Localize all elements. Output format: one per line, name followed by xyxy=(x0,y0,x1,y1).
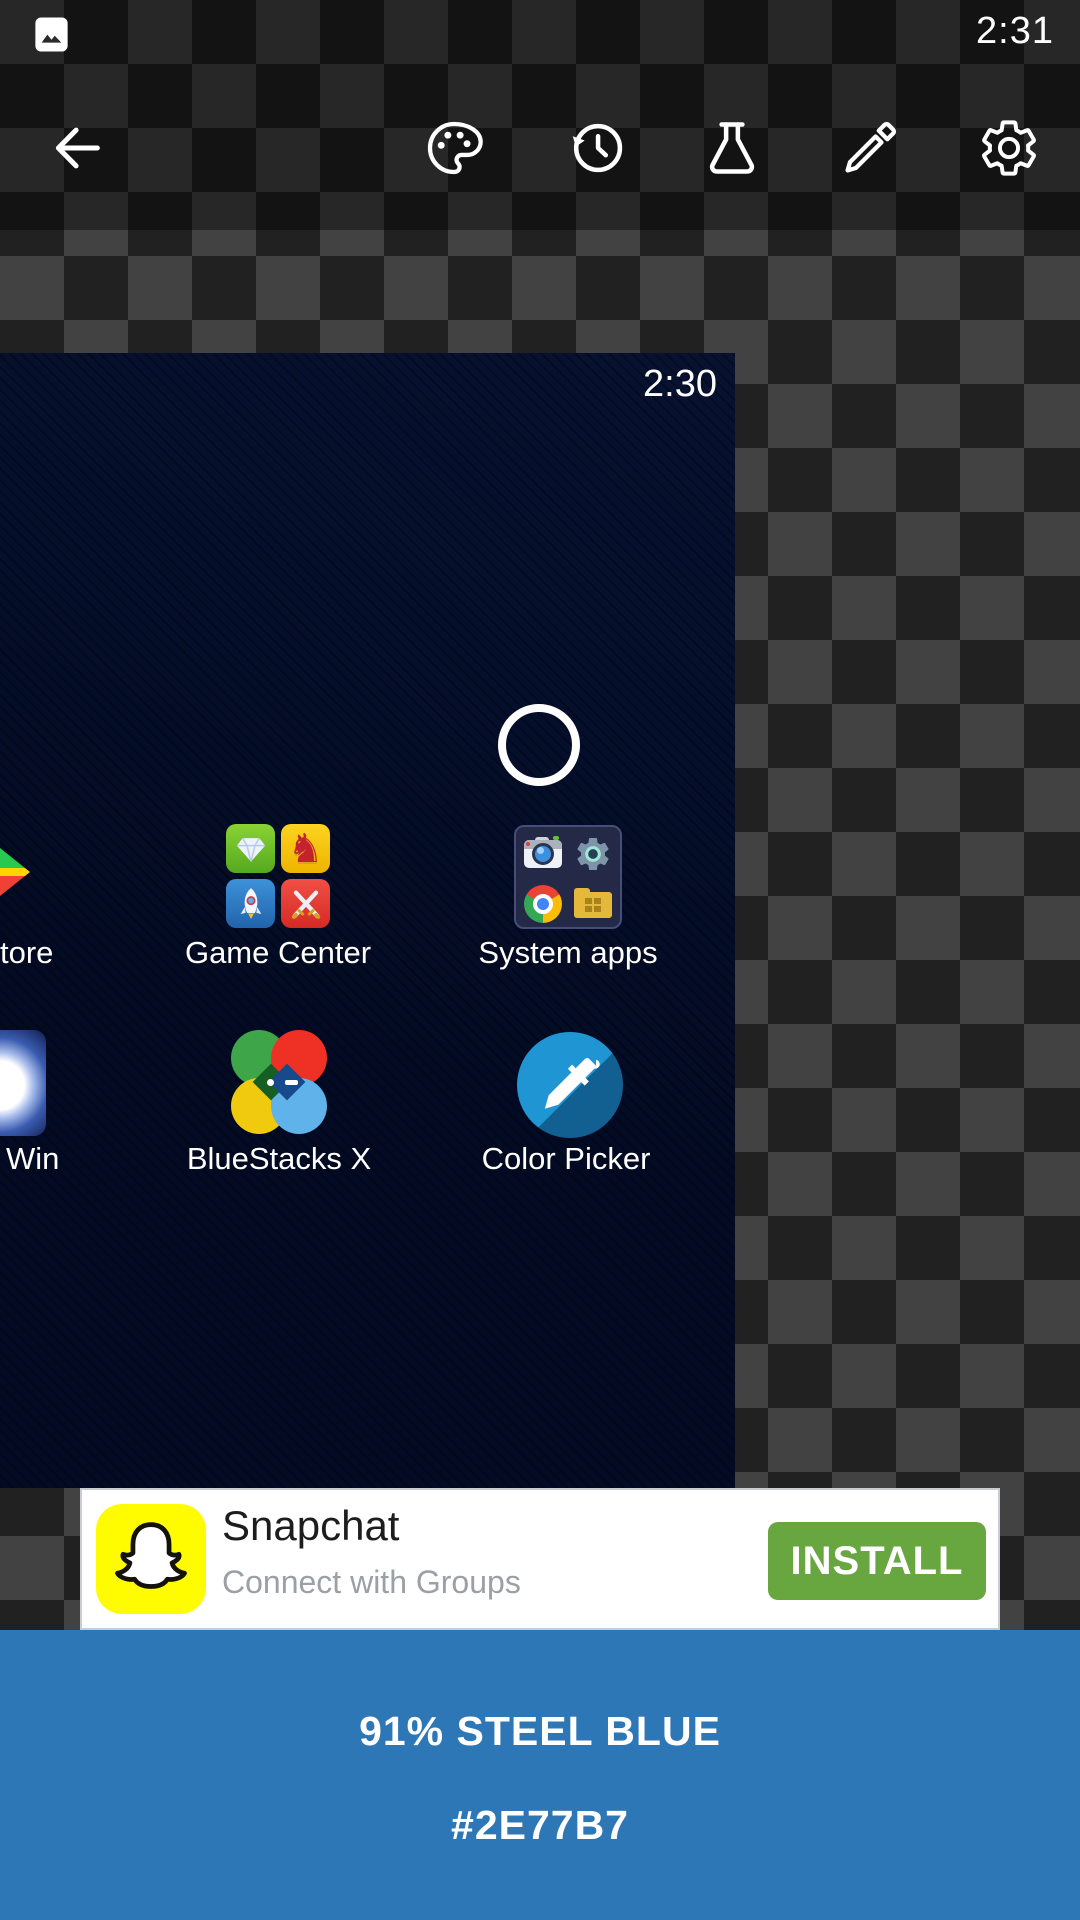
color-hex-value: #2E77B7 xyxy=(451,1802,629,1848)
color-match-text: 91% STEEL BLUE xyxy=(359,1708,721,1754)
swords-game-tile xyxy=(281,879,330,928)
bluestacks-x-label: BlueStacks X xyxy=(186,1141,372,1176)
system-apps-folder-icon xyxy=(514,825,622,929)
snapchat-ghost-icon xyxy=(115,1522,187,1589)
win-app-icon xyxy=(0,1030,46,1136)
rocket-game-tile xyxy=(226,879,275,928)
chrome-app-icon xyxy=(523,884,563,924)
status-bar-clock: 2:31 xyxy=(976,10,1054,52)
experiment-button[interactable] xyxy=(700,116,764,180)
system-apps-label: System apps xyxy=(478,935,658,970)
win-app-label: Win xyxy=(6,1141,60,1176)
knight-icon: ♞ xyxy=(287,826,324,871)
settings-button[interactable] xyxy=(977,116,1041,180)
palette-icon xyxy=(427,121,483,175)
play-store-icon xyxy=(0,848,30,896)
bluestacks-x-icon xyxy=(227,1030,331,1134)
diamond-icon xyxy=(236,837,265,862)
palette-button[interactable] xyxy=(422,116,486,180)
back-button[interactable] xyxy=(49,119,107,177)
crossed-swords-icon xyxy=(291,890,320,919)
ad-banner[interactable]: Snapchat Connect with Groups INSTALL xyxy=(80,1488,1000,1630)
install-button[interactable]: INSTALL xyxy=(768,1522,986,1600)
eyedropper-icon xyxy=(845,121,897,173)
history-icon xyxy=(572,123,623,173)
color-picker-app-icon xyxy=(517,1032,623,1138)
ad-app-name: Snapchat xyxy=(222,1502,400,1549)
top-bar-shade xyxy=(0,0,1080,230)
picked-color-panel: 91% STEEL BLUE #2E77B7 xyxy=(0,1630,1080,1920)
picker-loupe-ring[interactable] xyxy=(498,704,580,786)
image-notification-icon xyxy=(30,13,73,55)
gem-game-tile xyxy=(226,824,275,873)
captured-screenshot-image[interactable]: 2:30 tore ♞ Game Center System apps Win … xyxy=(0,353,735,1488)
camera-app-icon xyxy=(523,834,563,874)
chess-game-tile: ♞ xyxy=(281,824,330,873)
gear-icon xyxy=(982,120,1036,176)
dropper-glyph-icon xyxy=(544,1058,600,1109)
rocket-icon xyxy=(240,887,261,919)
game-center-label: Game Center xyxy=(184,935,372,970)
game-center-folder-icon: ♞ xyxy=(226,824,330,928)
back-arrow-icon xyxy=(55,127,100,169)
screenshot-clock: 2:30 xyxy=(643,363,717,405)
eyedropper-button[interactable] xyxy=(838,116,902,180)
play-store-label: tore xyxy=(0,935,54,970)
snapchat-logo xyxy=(96,1504,206,1614)
ad-tagline: Connect with Groups xyxy=(222,1564,521,1600)
flask-icon xyxy=(709,122,755,174)
file-manager-app-icon xyxy=(573,884,613,924)
settings-app-icon xyxy=(573,834,613,874)
color-picker-label: Color Picker xyxy=(481,1141,651,1176)
history-button[interactable] xyxy=(565,116,629,180)
